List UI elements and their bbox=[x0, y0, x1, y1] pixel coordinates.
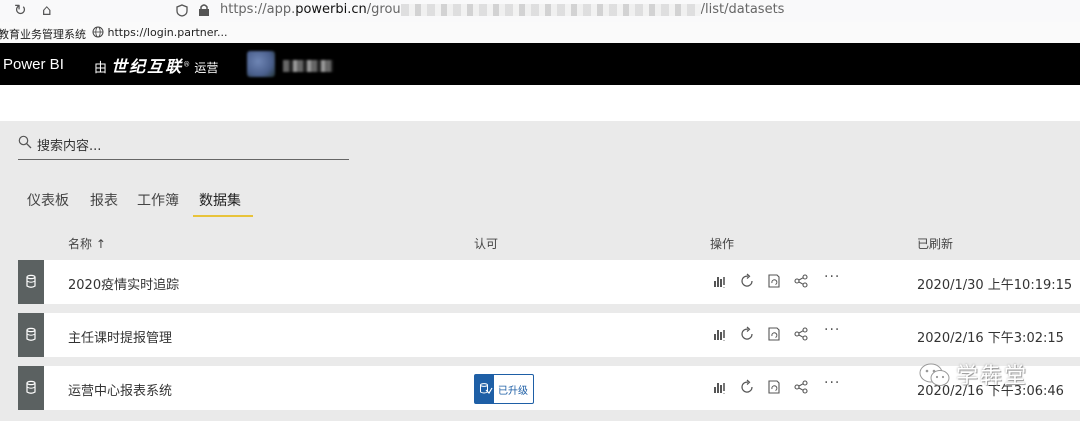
url-redacted bbox=[400, 3, 701, 16]
column-header-refreshed[interactable]: 已刷新 bbox=[917, 235, 953, 252]
dataset-name[interactable]: 2020疫情实时追踪 bbox=[68, 274, 179, 293]
app-title[interactable]: Power BI bbox=[3, 56, 64, 73]
more-options-icon[interactable]: ··· bbox=[824, 269, 840, 285]
refreshed-time: 2020/1/30 上午10:19:15 bbox=[917, 278, 1073, 293]
dataset-icon-box bbox=[18, 366, 44, 410]
table-row[interactable]: 主任课时提报管理 ··· 2020/2/16 下午3:02:15 bbox=[18, 313, 1080, 357]
lineage-icon[interactable] bbox=[793, 273, 809, 289]
username-redacted bbox=[283, 60, 333, 72]
refreshed-time: 2020/2/16 下午3:02:15 bbox=[917, 331, 1064, 346]
bookmark-label: https://login.partner... bbox=[107, 26, 228, 39]
watermark: 学犇堂 bbox=[918, 355, 1048, 395]
reload-icon[interactable]: ↻ bbox=[14, 1, 27, 19]
browser-toolbar: ↻ ⌂ https://app.powerbi.cn/grou/list/dat… bbox=[0, 0, 1080, 23]
globe-icon bbox=[92, 26, 104, 38]
refresh-icon[interactable] bbox=[739, 379, 755, 395]
lineage-icon[interactable] bbox=[793, 326, 809, 342]
search-icon bbox=[18, 135, 32, 149]
row-actions: ··· bbox=[712, 269, 842, 291]
row-actions: ··· bbox=[712, 375, 842, 397]
analyze-in-excel-icon[interactable] bbox=[712, 273, 728, 289]
bookmark-item[interactable]: 教育业务管理系统 bbox=[0, 26, 86, 42]
active-tab-indicator bbox=[193, 215, 253, 217]
table-row[interactable]: 2020疫情实时追踪 ··· 2020/1/30 上午10:19:15 bbox=[18, 260, 1080, 304]
url-text: https://app.powerbi.cn/grou/list/dataset… bbox=[220, 2, 785, 17]
dataset-name[interactable]: 主任课时提报管理 bbox=[68, 327, 172, 346]
refresh-icon[interactable] bbox=[739, 273, 755, 289]
analyze-in-excel-icon[interactable] bbox=[712, 379, 728, 395]
operator-notice: 由 世纪互联® 运营 bbox=[94, 57, 219, 76]
dataset-icon bbox=[26, 327, 36, 341]
home-icon[interactable]: ⌂ bbox=[42, 1, 52, 19]
watermark-text: 学犇堂 bbox=[956, 364, 1029, 389]
lock-icon bbox=[199, 4, 209, 16]
schedule-refresh-icon[interactable] bbox=[766, 326, 782, 342]
sort-ascending-icon: ↑ bbox=[95, 237, 106, 251]
dataset-icon-box bbox=[18, 313, 44, 357]
dataset-icon-box bbox=[18, 260, 44, 304]
more-options-icon[interactable]: ··· bbox=[824, 375, 840, 391]
column-header-name[interactable]: 名称 ↑ bbox=[68, 235, 106, 252]
dataset-icon bbox=[26, 380, 36, 394]
lineage-icon[interactable] bbox=[793, 379, 809, 395]
tab-workbooks[interactable]: 工作簿 bbox=[137, 190, 179, 210]
shield-icon bbox=[176, 4, 188, 17]
wechat-icon bbox=[919, 363, 950, 386]
tab-dashboards[interactable]: 仪表板 bbox=[27, 190, 69, 210]
address-bar[interactable]: https://app.powerbi.cn/grou/list/dataset… bbox=[170, 0, 1080, 20]
row-actions: ··· bbox=[712, 322, 842, 344]
endorsement-label: 已升级 bbox=[498, 386, 528, 397]
promoted-dataset-icon bbox=[480, 383, 493, 394]
app-header: Power BI 由 世纪互联® 运营 bbox=[0, 43, 1080, 85]
search-box[interactable] bbox=[18, 135, 349, 160]
more-options-icon[interactable]: ··· bbox=[824, 322, 840, 338]
column-header-endorsement: 认可 bbox=[474, 237, 499, 251]
bookmarks-bar: 教育业务管理系统 https://login.partner... bbox=[0, 22, 1080, 44]
promoted-icon-box bbox=[475, 375, 494, 403]
refresh-icon[interactable] bbox=[739, 326, 755, 342]
schedule-refresh-icon[interactable] bbox=[766, 273, 782, 289]
endorsement-badge: 已升级 bbox=[474, 374, 534, 404]
tab-datasets[interactable]: 数据集 bbox=[199, 190, 241, 210]
avatar[interactable] bbox=[247, 51, 275, 77]
column-header-actions: 操作 bbox=[710, 237, 735, 251]
analyze-in-excel-icon[interactable] bbox=[712, 326, 728, 342]
bookmark-item[interactable]: https://login.partner... bbox=[92, 26, 228, 39]
schedule-refresh-icon[interactable] bbox=[766, 379, 782, 395]
dataset-icon bbox=[26, 274, 36, 288]
search-input[interactable] bbox=[37, 135, 337, 157]
dataset-name[interactable]: 运营中心报表系统 bbox=[68, 380, 172, 399]
tab-reports[interactable]: 报表 bbox=[90, 190, 118, 210]
